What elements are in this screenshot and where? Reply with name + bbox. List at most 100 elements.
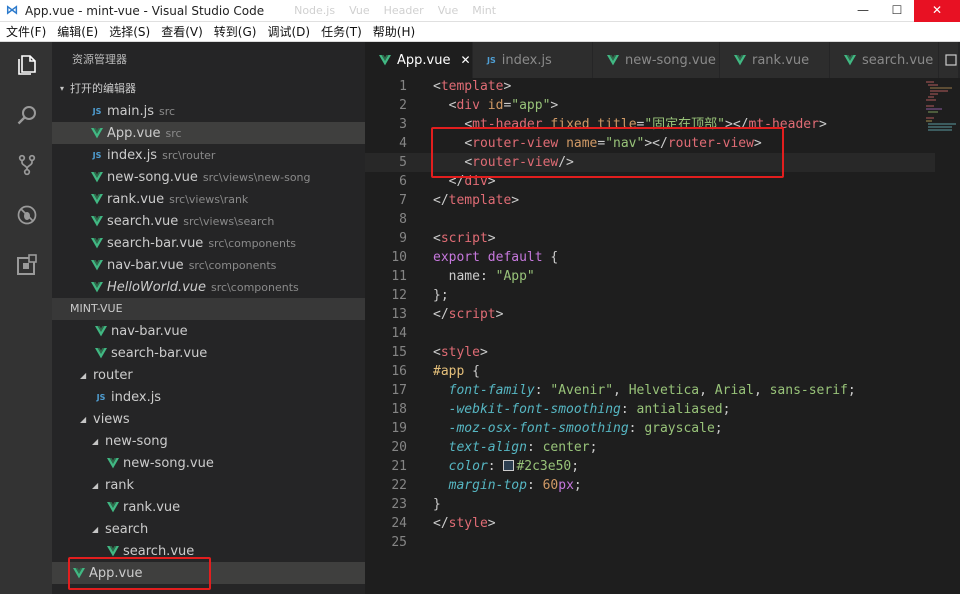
vue-file-icon	[88, 259, 106, 271]
tree-folder[interactable]: ◢ search	[52, 518, 365, 540]
project-header[interactable]: MINT-VUE	[52, 298, 365, 320]
tree-file[interactable]: new-song.vue	[52, 452, 365, 474]
tree-item-name: nav-bar.vue	[111, 323, 188, 339]
tree-folder[interactable]: ◢ router	[52, 364, 365, 386]
open-editor-item[interactable]: HelloWorld.vue src\components	[52, 276, 365, 298]
search-icon[interactable]	[14, 102, 40, 128]
tree-folder[interactable]: ◢ rank	[52, 474, 365, 496]
code-token: script	[440, 231, 488, 246]
code-token: ;	[571, 459, 580, 474]
line-content: <style>	[433, 343, 488, 362]
open-editor-item[interactable]: new-song.vue src\views\new-song	[52, 166, 365, 188]
vue-file-icon	[88, 171, 106, 183]
code-line[interactable]: 22 margin-top: 60px;	[365, 476, 935, 495]
code-line[interactable]: 11 name: "App"	[365, 267, 935, 286]
code-token: style	[440, 345, 480, 360]
tree-folder[interactable]: ◢ new-song	[52, 430, 365, 452]
tree-item-name: new-song.vue	[123, 455, 214, 471]
code-line[interactable]: 21 color: #2c3e50;	[365, 457, 935, 476]
menu-file[interactable]: 文件(F)	[6, 23, 46, 40]
source-control-icon[interactable]	[14, 152, 40, 178]
extensions-icon[interactable]	[14, 252, 40, 278]
minimap[interactable]	[922, 78, 960, 138]
code-token: antialiased	[636, 402, 723, 417]
code-line[interactable]: 13 </script>	[365, 305, 935, 324]
tab-index-js[interactable]: JS index.js	[473, 42, 593, 78]
code-token: ;	[573, 478, 582, 493]
menu-go[interactable]: 转到(G)	[214, 23, 257, 40]
code-line[interactable]: 15 <style>	[365, 343, 935, 362]
menu-tasks[interactable]: 任务(T)	[321, 23, 362, 40]
folder-expanded-icon: ◢	[80, 414, 87, 424]
tab-rank-vue[interactable]: rank.vue	[720, 42, 830, 78]
line-number: 15	[391, 345, 407, 360]
open-editor-item[interactable]: JS index.js src\router	[52, 144, 365, 166]
vue-file-icon	[88, 193, 106, 205]
file-path: src\views\rank	[169, 192, 249, 206]
color-swatch-icon[interactable]	[503, 460, 515, 471]
code-line[interactable]: 12};	[365, 286, 935, 305]
tree-folder[interactable]: ◢ views	[52, 408, 365, 430]
code-line[interactable]: 1 <template>	[365, 77, 935, 96]
code-line[interactable]: 25	[365, 533, 935, 552]
tree-item-name: search-bar.vue	[111, 345, 208, 361]
open-editor-item[interactable]: App.vue src	[52, 122, 365, 144]
folder-expanded-icon: ◢	[92, 436, 99, 446]
vue-file-icon	[734, 54, 746, 66]
open-editor-item[interactable]: search.vue src\views\search	[52, 210, 365, 232]
code-line[interactable]: 8	[365, 210, 935, 229]
code-line[interactable]: 7 </template>	[365, 191, 935, 210]
window-title: App.vue - mint-vue - Visual Studio Code	[25, 3, 265, 18]
open-editor-item[interactable]: rank.vue src\views\rank	[52, 188, 365, 210]
tree-file[interactable]: JS index.js	[52, 386, 365, 408]
open-editor-item[interactable]: nav-bar.vue src\components	[52, 254, 365, 276]
code-token: template	[440, 79, 504, 94]
close-window-button[interactable]: ✕	[914, 0, 960, 22]
vue-file-icon	[607, 54, 619, 66]
code-line[interactable]: 10 export default {	[365, 248, 935, 267]
menu-view[interactable]: 查看(V)	[161, 23, 203, 40]
code-line[interactable]: 18 -webkit-font-smoothing: antialiased;	[365, 400, 935, 419]
tab-new-song-vue[interactable]: new-song.vue	[593, 42, 720, 78]
vue-file-icon	[379, 54, 391, 66]
tree-file[interactable]: search-bar.vue	[52, 342, 365, 364]
faded-tab: Header	[383, 4, 424, 17]
menu-selection[interactable]: 选择(S)	[109, 23, 150, 40]
maximize-button[interactable]: ☐	[880, 0, 914, 22]
code-line[interactable]: 17 font-family: "Avenir", Helvetica, Ari…	[365, 381, 935, 400]
open-editor-item[interactable]: JS main.js src	[52, 100, 365, 122]
line-number: 9	[399, 231, 407, 246]
line-content: margin-top: 60px;	[433, 476, 582, 495]
tab-label: new-song.vue	[625, 52, 716, 68]
debug-icon[interactable]	[14, 202, 40, 228]
code-line[interactable]: 2 <div id="app">	[365, 96, 935, 115]
tree-file[interactable]: nav-bar.vue	[52, 320, 365, 342]
line-content: text-align: center;	[433, 438, 598, 457]
menu-edit[interactable]: 编辑(E)	[57, 23, 98, 40]
line-number: 10	[391, 250, 407, 265]
tree-file[interactable]: rank.vue	[52, 496, 365, 518]
line-number: 18	[391, 402, 407, 417]
file-name: search-bar.vue	[107, 235, 204, 251]
code-line[interactable]: 19 -moz-osx-font-smoothing: grayscale;	[365, 419, 935, 438]
menu-help[interactable]: 帮助(H)	[373, 23, 415, 40]
code-line[interactable]: 24 </style>	[365, 514, 935, 533]
code-line[interactable]: 9 <script>	[365, 229, 935, 248]
explorer-icon[interactable]	[14, 52, 40, 78]
minimize-button[interactable]: —	[846, 0, 880, 22]
file-tree: nav-bar.vue search-bar.vue ◢ router JS index.…	[52, 320, 365, 584]
tab-search-vue[interactable]: search.vue	[830, 42, 939, 78]
code-line[interactable]: 16 #app {	[365, 362, 935, 381]
menu-debug[interactable]: 调试(D)	[267, 23, 310, 40]
code-line[interactable]: 23}	[365, 495, 935, 514]
close-tab-icon[interactable]: ✕	[460, 53, 470, 67]
open-editors-header[interactable]: ▾ 打开的编辑器	[52, 78, 365, 100]
code-line[interactable]: 14	[365, 324, 935, 343]
code-line[interactable]: 20 text-align: center;	[365, 438, 935, 457]
background-browser-tabs: Node.js Vue Header Vue Mint	[294, 4, 496, 17]
overflow-tab[interactable]	[939, 42, 959, 78]
tab-app-vue[interactable]: App.vue ✕	[365, 42, 473, 78]
open-editor-item[interactable]: search-bar.vue src\components	[52, 232, 365, 254]
activity-bar	[0, 42, 52, 594]
code-token: px	[558, 478, 574, 493]
